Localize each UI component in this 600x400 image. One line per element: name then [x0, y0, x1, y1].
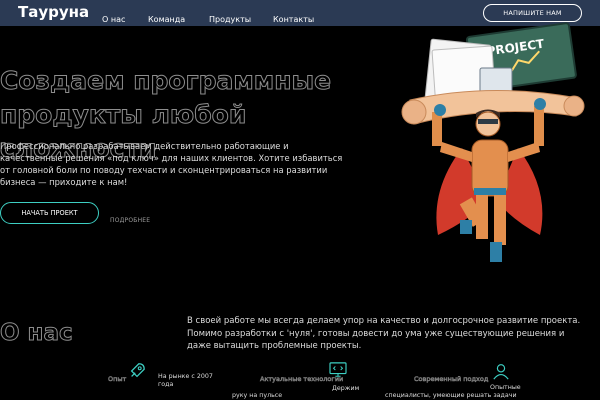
feature-tech-label: Актуальные технологии [260, 375, 344, 384]
rocket-icon [130, 363, 145, 378]
site-logo[interactable]: Тауруна [18, 3, 89, 21]
hero-description: Профессионально разрабатываем действител… [0, 141, 343, 187]
feature-approach-line2: специалисты, умеющие решать задачи [385, 392, 517, 399]
feature-approach-label: Современный подход [414, 375, 489, 384]
nav-item-team[interactable]: Команда [148, 15, 185, 24]
hero-title-line1: Создаем программные [0, 66, 332, 96]
feature-experience-text: На рынке с 2007 года [158, 373, 228, 389]
start-project-button[interactable]: НАЧАТЬ ПРОЕКТ [0, 202, 99, 224]
feature-experience-line3: руку на пульсе [232, 392, 283, 399]
nav-item-contacts[interactable]: Контакты [273, 15, 314, 24]
feature-tech-text: Держим [332, 385, 360, 392]
feature-experience-line1: На рынке с 2007 [158, 373, 213, 380]
user-icon [493, 364, 509, 380]
feature-experience-label: Опыт [108, 375, 127, 384]
feature-approach-line1: Опытные [490, 384, 521, 391]
about-title: О нас [0, 320, 73, 347]
more-link[interactable]: ПОДРОБНЕЕ [110, 217, 150, 224]
nav-item-products[interactable]: Продукты [209, 15, 251, 24]
nav-item-about[interactable]: О нас [102, 15, 125, 24]
superhero-illustration: PROJECT [401, 22, 585, 262]
about-text: В своей работе мы всегда делаем упор на … [187, 316, 581, 351]
feature-experience-line2: года [158, 381, 174, 388]
